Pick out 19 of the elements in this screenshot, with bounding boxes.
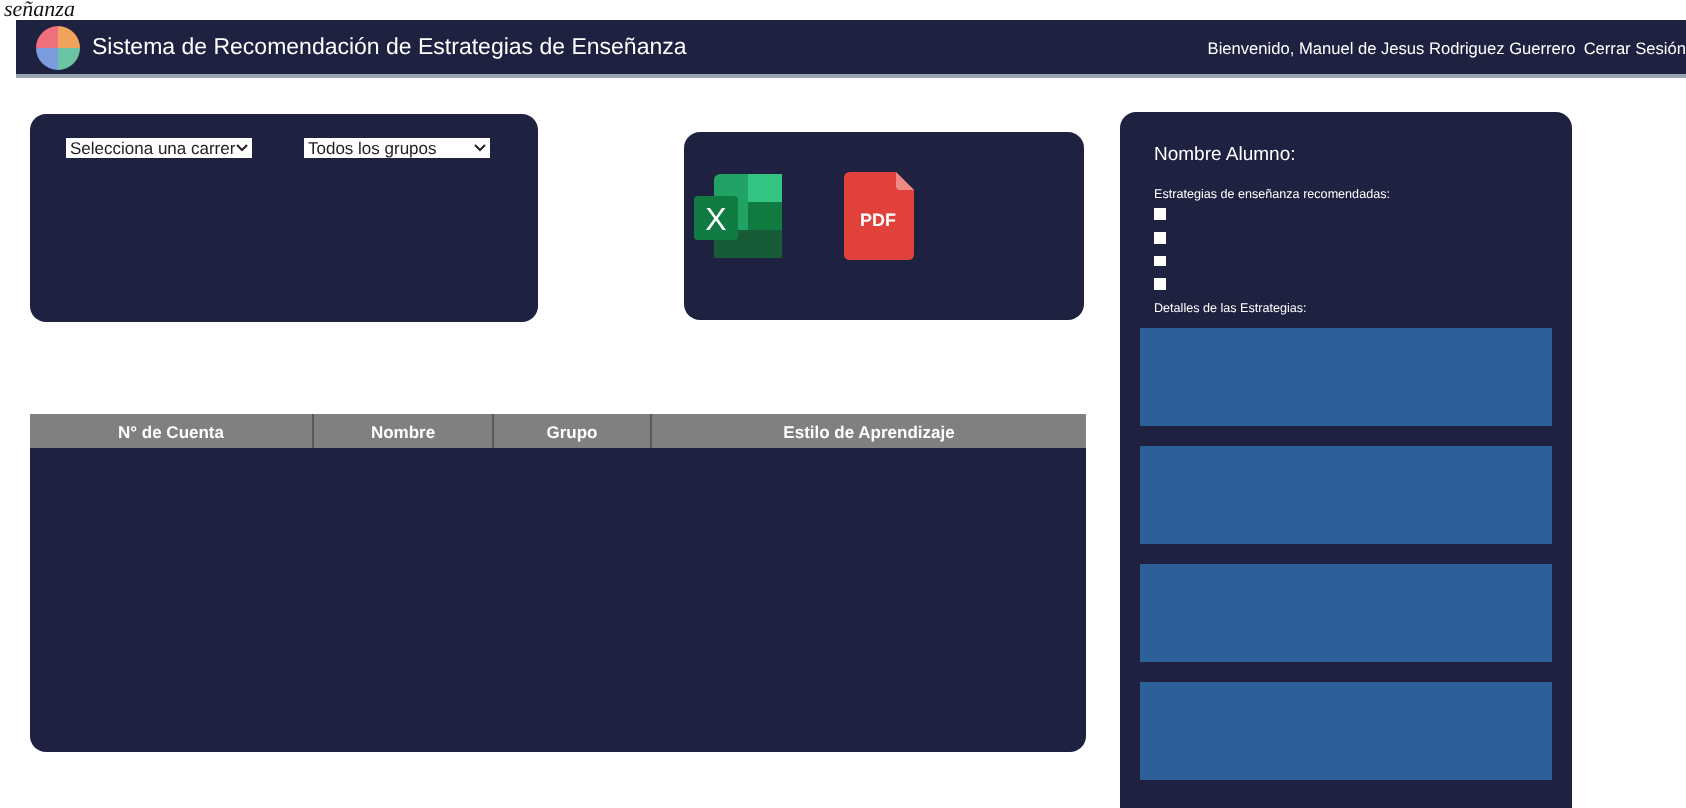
column-header: Estilo de Aprendizaje [781,419,957,446]
app-title: Sistema de Recomendación de Estrategias de Enseñanza [92,35,687,59]
welcome-text: Bienvenido, Manuel de Jesus Rodriguez Guerrero [1207,37,1576,57]
caret-icon [474,144,486,152]
column-header: Nombre [314,414,494,448]
list-bullet-icon [1154,255,1166,267]
document-caption: señanza [4,0,75,20]
logo-icon [36,25,80,69]
dropdown[interactable]: Selecciona una carrer [66,138,252,158]
student-name-label: Nombre Alumno: [1154,144,1298,166]
column-header: N° de Cuenta [30,414,314,448]
list-bullet-icon [1154,231,1166,243]
dropdown[interactable]: Todos los grupos [304,138,490,158]
column-header: Grupo [494,414,652,448]
caret-icon [236,144,248,152]
list-bullet-icon [1154,208,1166,220]
pdf-file-icon[interactable]: PDF [844,172,916,260]
list-bullet-icon [1154,278,1166,290]
logout-link[interactable]: Cerrar Sesión [1583,37,1686,57]
